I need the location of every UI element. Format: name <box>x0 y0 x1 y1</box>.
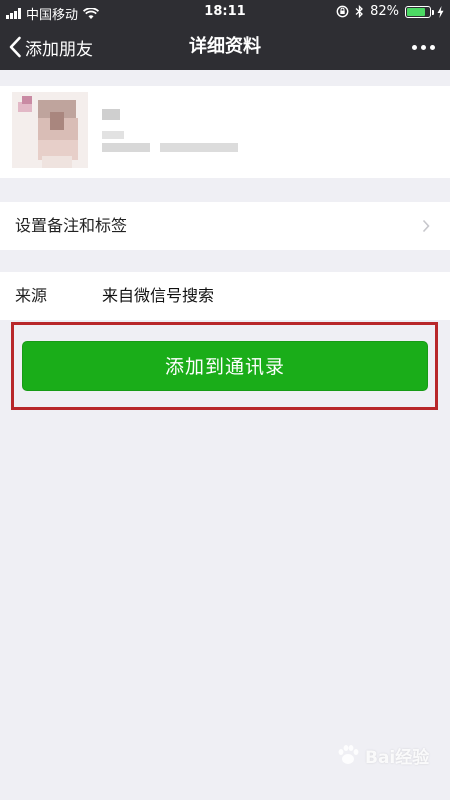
charging-icon <box>437 5 444 18</box>
info-redacted <box>102 131 124 139</box>
avatar[interactable] <box>12 92 88 168</box>
chevron-right-icon <box>422 219 430 233</box>
paw-icon <box>338 745 359 764</box>
status-bar: 中国移动 18:11 82% <box>0 0 450 24</box>
back-label: 添加朋友 <box>25 39 93 60</box>
watermark-text: Bai经验 <box>365 747 430 768</box>
source-value: 来自微信号搜索 <box>102 286 215 305</box>
baidu-watermark: Bai经验 <box>335 742 429 768</box>
chevron-left-icon <box>9 36 21 58</box>
source-cell: 来源 来自微信号搜索 <box>0 272 450 320</box>
profile-card <box>0 86 450 178</box>
more-icon[interactable] <box>408 24 438 70</box>
nickname-redacted <box>102 109 120 120</box>
remark-tag-cell[interactable]: 设置备注和标签 <box>0 202 450 250</box>
battery-icon <box>405 5 434 18</box>
bluetooth-icon <box>355 5 364 18</box>
battery-fill <box>407 7 426 16</box>
source-label: 来源 <box>15 286 48 305</box>
rotation-lock-icon <box>336 5 349 18</box>
status-right: 82% <box>336 4 444 19</box>
region-redacted <box>160 143 238 152</box>
wechat-id-redacted <box>102 143 150 152</box>
nav-bar: 添加朋友 详细资料 <box>0 24 450 70</box>
add-to-contacts-button[interactable]: 添加到通讯录 <box>22 341 428 391</box>
back-button[interactable]: 添加朋友 <box>8 24 93 70</box>
battery-percent: 82% <box>370 4 399 19</box>
remark-tag-label: 设置备注和标签 <box>15 216 128 235</box>
